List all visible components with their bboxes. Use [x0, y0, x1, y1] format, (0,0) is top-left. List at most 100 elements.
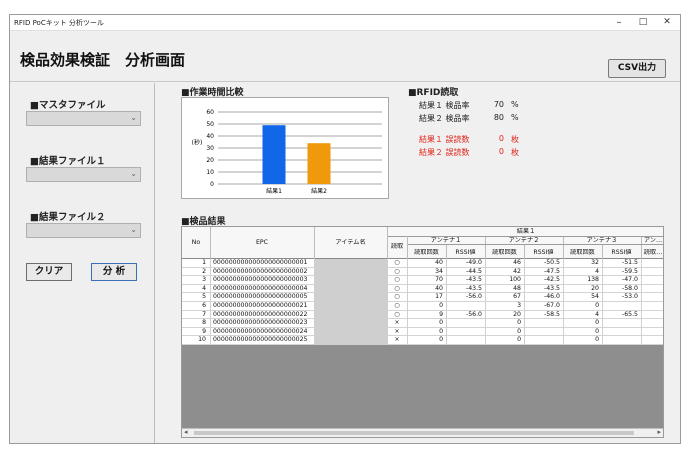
- cell-a2r: -43.5: [543, 284, 560, 292]
- y-tick-label: 60: [206, 109, 214, 116]
- cell-no: 4: [202, 284, 206, 292]
- analyze-button[interactable]: 分 析: [91, 263, 137, 281]
- scrollbar-thumb[interactable]: [194, 431, 634, 435]
- result-file-1-label: ■結果ファイル１: [30, 156, 106, 167]
- cell-a1r: -56.0: [465, 310, 482, 318]
- rfid-row-value: 0: [498, 147, 504, 156]
- y-tick-label: 40: [206, 133, 214, 140]
- inspection-result-table[interactable]: No EPC アイテム名 読取 結果１ アンテナ１ 読取回数 RSSI値 アンテナ２ 読…: [181, 226, 664, 438]
- result-file-2-select[interactable]: ⌄: [26, 223, 141, 238]
- table-row[interactable]: 2 000000000000000000000002 ○ 34 -44.5 42 -47.5…: [182, 267, 663, 277]
- cell-a2r: -50.5: [543, 259, 560, 266]
- title-bar: RFID PoCキット 分析ツール – □ ✕: [10, 15, 680, 31]
- cell-no: 1: [202, 259, 206, 266]
- result-file-1-select[interactable]: ⌄: [26, 167, 141, 182]
- master-file-label: ■マスタファイル: [30, 100, 106, 111]
- table-row[interactable]: 6 000000000000000000000021 ○ 0 3 -67.0 0: [182, 302, 663, 311]
- cell-a2c: 100: [509, 276, 521, 284]
- cell-a1c: 17: [435, 293, 443, 301]
- app-window: RFID PoCキット 分析ツール – □ ✕ 検品効果検証 分析画面 CSV出…: [9, 14, 681, 444]
- x-tick-label: 結果1: [266, 187, 282, 195]
- cell-epc: 000000000000000000000022: [213, 310, 308, 318]
- table-row[interactable]: 4 000000000000000000000004 ○ 40 -43.5 48 -43.5…: [182, 284, 663, 294]
- bar-chart: 0 10 20 30 40 50 60 (秒) 結果1 結果2: [192, 109, 382, 195]
- cell-a2c: 3: [517, 302, 521, 309]
- window-title: RFID PoCキット 分析ツール: [14, 19, 104, 27]
- cell-epc: 000000000000000000000003: [213, 276, 308, 284]
- cell-a1r: -44.5: [465, 267, 482, 275]
- cell-read: ○: [394, 259, 400, 266]
- cell-epc: 000000000000000000000024: [213, 327, 308, 335]
- horizontal-scrollbar[interactable]: ◂ ▸: [182, 428, 663, 437]
- header-read-count: 読取回数: [570, 249, 595, 256]
- header-no: No: [191, 239, 201, 246]
- cell-a2c: 67: [513, 293, 521, 301]
- cell-a1r: -49.0: [465, 259, 482, 266]
- cell-no: 7: [202, 310, 206, 318]
- cell-a3c: 4: [595, 267, 599, 275]
- cell-a1c: 9: [439, 310, 443, 318]
- close-icon[interactable]: ✕: [658, 16, 676, 29]
- cell-read: ×: [394, 327, 400, 335]
- cell-a1r: -43.5: [465, 276, 482, 284]
- cell-a3c: 138: [587, 276, 599, 284]
- cell-a3c: 4: [595, 310, 599, 318]
- cell-a1c: 40: [435, 259, 443, 266]
- master-file-select[interactable]: ⌄: [26, 111, 141, 126]
- cell-a3r: -53.0: [621, 293, 638, 301]
- clear-button[interactable]: クリア: [26, 263, 72, 281]
- cell-a1c: 0: [439, 302, 443, 309]
- header-read: 読取: [390, 243, 404, 250]
- cell-epc: 000000000000000000000004: [213, 284, 308, 292]
- cell-a3c: 0: [595, 302, 599, 309]
- header-item: アイテム名: [335, 239, 366, 246]
- cell-a2c: 0: [517, 319, 521, 327]
- cell-a3c: 32: [591, 259, 599, 266]
- header-rssi: RSSI値: [455, 249, 476, 256]
- table-row[interactable]: 1 000000000000000000000001 ○ 40 -49.0 46 -50.5…: [182, 259, 663, 268]
- rfid-row-value: 0: [498, 134, 504, 143]
- cell-no: 3: [202, 276, 206, 284]
- sidebar: ■マスタファイル ⌄ ■結果ファイル１ ⌄ ■結果ファイル２ ⌄ クリア 分 析: [10, 83, 155, 443]
- cell-a3r: -65.5: [621, 310, 638, 318]
- cell-a1c: 40: [435, 284, 443, 292]
- cell-a2r: -58.5: [543, 310, 560, 318]
- rfid-row-unit: %: [511, 100, 519, 109]
- cell-a1c: 70: [435, 276, 443, 284]
- cell-a2c: 20: [513, 310, 521, 318]
- cell-a3r: -51.5: [621, 259, 638, 266]
- cell-read: ○: [394, 293, 400, 301]
- cell-a3c: 0: [595, 319, 599, 327]
- table-row[interactable]: 3 000000000000000000000003 ○ 70 -43.5 100 -42.…: [182, 276, 663, 285]
- cell-epc: 000000000000000000000023: [213, 319, 308, 327]
- header-result-group: 結果１: [516, 228, 536, 235]
- cell-read: ○: [394, 267, 400, 275]
- table-row[interactable]: 10 000000000000000000000025 × 0 0 0: [182, 336, 663, 345]
- cell-a3r: -47.0: [621, 276, 638, 284]
- cell-a2r: -46.0: [543, 293, 560, 301]
- cell-epc: 000000000000000000000025: [213, 336, 308, 344]
- cell-no: 5: [202, 293, 206, 301]
- table-row[interactable]: 9 000000000000000000000024 × 0 0 0: [182, 327, 663, 337]
- item-name-column: [314, 259, 387, 345]
- cell-a3c: 20: [591, 284, 599, 292]
- scroll-right-icon[interactable]: ▸: [657, 428, 661, 436]
- table-row[interactable]: 8 000000000000000000000023 × 0 0 0: [182, 319, 663, 328]
- cell-no: 9: [202, 327, 206, 335]
- minimize-icon[interactable]: –: [610, 16, 628, 29]
- rfid-row-value: 70: [493, 100, 504, 109]
- cell-epc: 000000000000000000000002: [213, 267, 308, 275]
- cell-read: ○: [394, 284, 400, 292]
- cell-a1r: -43.5: [465, 284, 482, 292]
- csv-export-button[interactable]: CSV出力: [608, 59, 666, 78]
- table-header: No EPC アイテム名 読取 結果１ アンテナ１ 読取回数 RSSI値 アンテナ２ 読…: [182, 227, 663, 259]
- scroll-left-icon[interactable]: ◂: [184, 428, 188, 436]
- rfid-row-name: 結果２ 検品率: [419, 114, 470, 123]
- maximize-icon[interactable]: □: [634, 16, 652, 29]
- y-tick-label: 50: [206, 121, 214, 128]
- table-row[interactable]: 5 000000000000000000000005 ○ 17 -56.0 67 -46.0…: [182, 293, 663, 302]
- cell-read: ○: [394, 276, 400, 284]
- header-read-count: 読取…: [643, 249, 663, 256]
- page-header: 検品効果検証 分析画面 CSV出力: [10, 32, 680, 82]
- table-row[interactable]: 7 000000000000000000000022 ○ 9 -56.0 20 -58.5 4…: [182, 310, 663, 320]
